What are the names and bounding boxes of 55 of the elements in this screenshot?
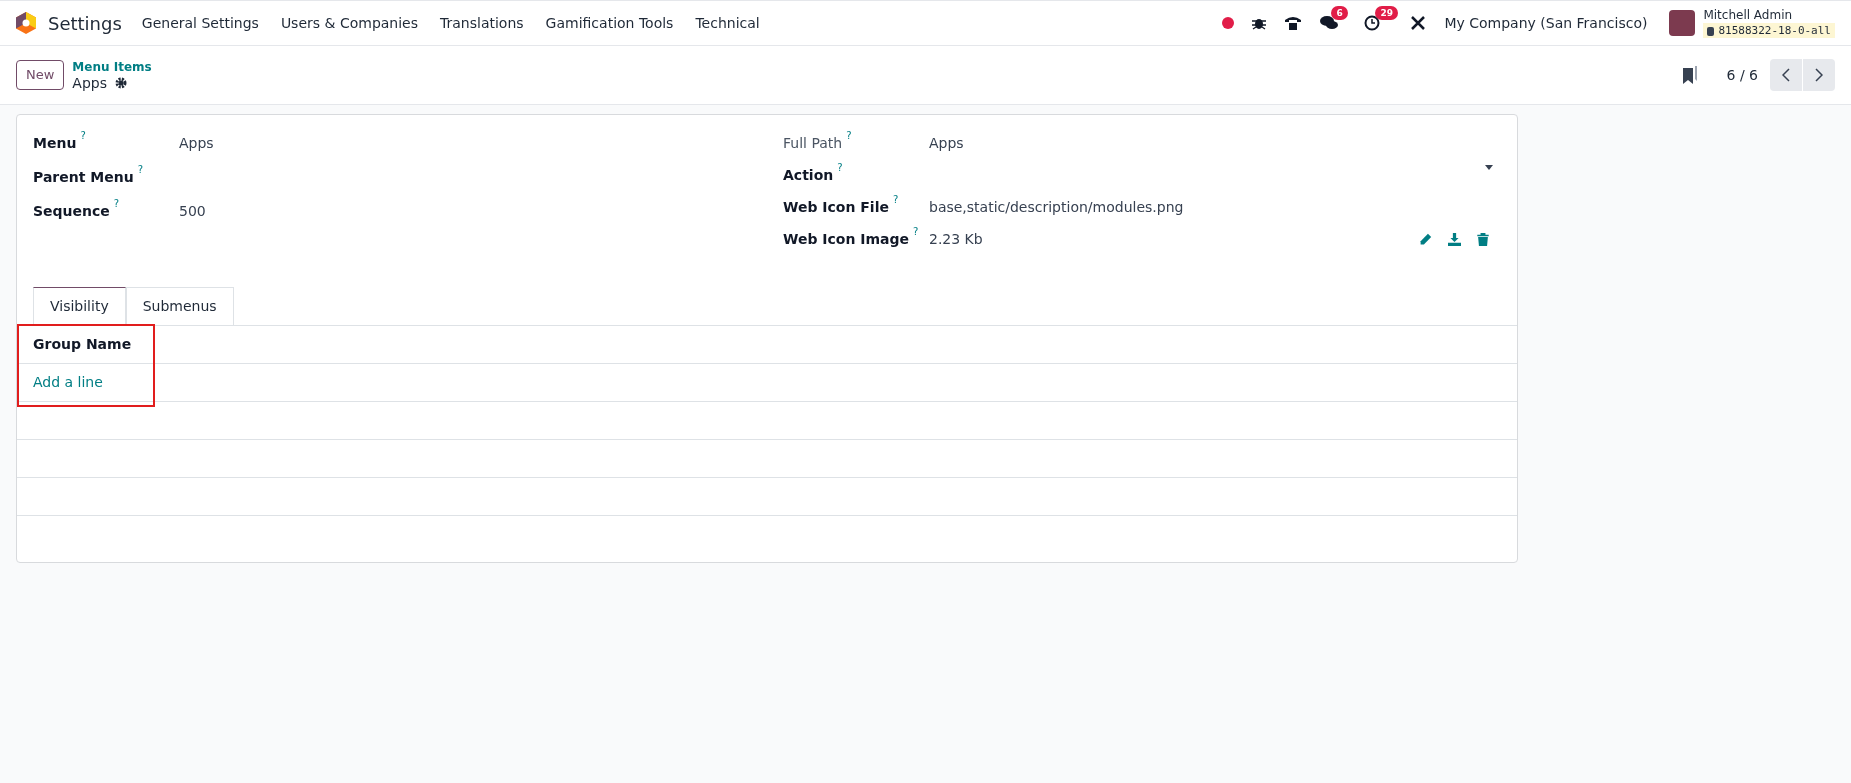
- field-label: Web Icon File: [783, 198, 889, 217]
- help-tooltip-icon[interactable]: ?: [113, 199, 120, 209]
- field-value: 2.23 Kb: [929, 230, 983, 249]
- app-logo-icon[interactable]: [16, 12, 36, 34]
- help-tooltip-icon[interactable]: ?: [913, 227, 919, 237]
- chevron-left-icon: [1782, 68, 1790, 82]
- add-line-link[interactable]: Add a line: [33, 372, 103, 393]
- field-label: Web Icon Image: [783, 230, 910, 249]
- bug-icon[interactable]: [1252, 16, 1267, 30]
- caret-icon[interactable]: [1485, 165, 1493, 170]
- nav-menu-item[interactable]: General Settings: [141, 12, 259, 34]
- help-tooltip-icon[interactable]: ?: [80, 131, 86, 141]
- avatar-placeholder[interactable]: [1669, 10, 1696, 36]
- form-tab[interactable]: Visibility: [33, 287, 126, 325]
- nav-menu-item[interactable]: Technical: [695, 12, 760, 34]
- app-name[interactable]: Settings: [48, 9, 122, 37]
- gear-icon[interactable]: [115, 77, 127, 89]
- field-label: Sequence: [33, 202, 110, 221]
- clock-icon[interactable]: [1364, 15, 1381, 31]
- help-tooltip-icon[interactable]: ?: [137, 165, 143, 175]
- field-label: Menu: [33, 134, 77, 153]
- help-tooltip-icon[interactable]: ?: [846, 131, 852, 141]
- database-badge: 81588322-18-0-all: [1703, 23, 1835, 38]
- new-button[interactable]: New: [16, 60, 65, 90]
- breadcrumb-link[interactable]: Menu Items: [72, 59, 152, 75]
- notification-badge: 6: [1331, 6, 1348, 20]
- database-icon: [1707, 26, 1715, 36]
- field-label: Full Path: [783, 134, 843, 153]
- download-icon[interactable]: [1448, 233, 1461, 246]
- field-label: Action: [783, 166, 834, 185]
- field-value: 500: [179, 202, 206, 221]
- next-button[interactable]: [1803, 59, 1835, 91]
- field-value: Apps: [179, 134, 214, 153]
- chat-icon[interactable]: [1320, 15, 1339, 31]
- pencil-icon[interactable]: [1419, 233, 1432, 246]
- previous-button[interactable]: [1770, 59, 1802, 91]
- help-tooltip-icon[interactable]: ?: [892, 195, 899, 205]
- field-value: Apps: [929, 134, 964, 153]
- phone-icon[interactable]: [1284, 15, 1303, 31]
- field-value: base,static/description/modules.png: [929, 198, 1184, 217]
- nav-menu-item[interactable]: Users & Companies: [280, 12, 418, 34]
- nav-menu-item[interactable]: Translations: [440, 12, 524, 34]
- nav-menu-item[interactable]: Gamification Tools: [545, 12, 674, 34]
- column-header[interactable]: Group Name: [33, 334, 132, 355]
- chevron-right-icon: [1815, 68, 1823, 82]
- help-tooltip-icon[interactable]: ?: [837, 163, 843, 173]
- company-switcher[interactable]: My Company (San Francisco): [1444, 12, 1648, 34]
- user-name[interactable]: Mitchell Admin: [1703, 8, 1835, 23]
- trash-icon[interactable]: [1477, 233, 1489, 246]
- record-title: Apps: [72, 75, 107, 91]
- field-label: Parent Menu: [33, 168, 134, 187]
- form-tab[interactable]: Submenus: [125, 287, 234, 325]
- notification-badge: 29: [1375, 6, 1398, 20]
- pager-value[interactable]: 6 / 6: [1726, 64, 1758, 86]
- bookmark-icon[interactable]: [1682, 66, 1697, 84]
